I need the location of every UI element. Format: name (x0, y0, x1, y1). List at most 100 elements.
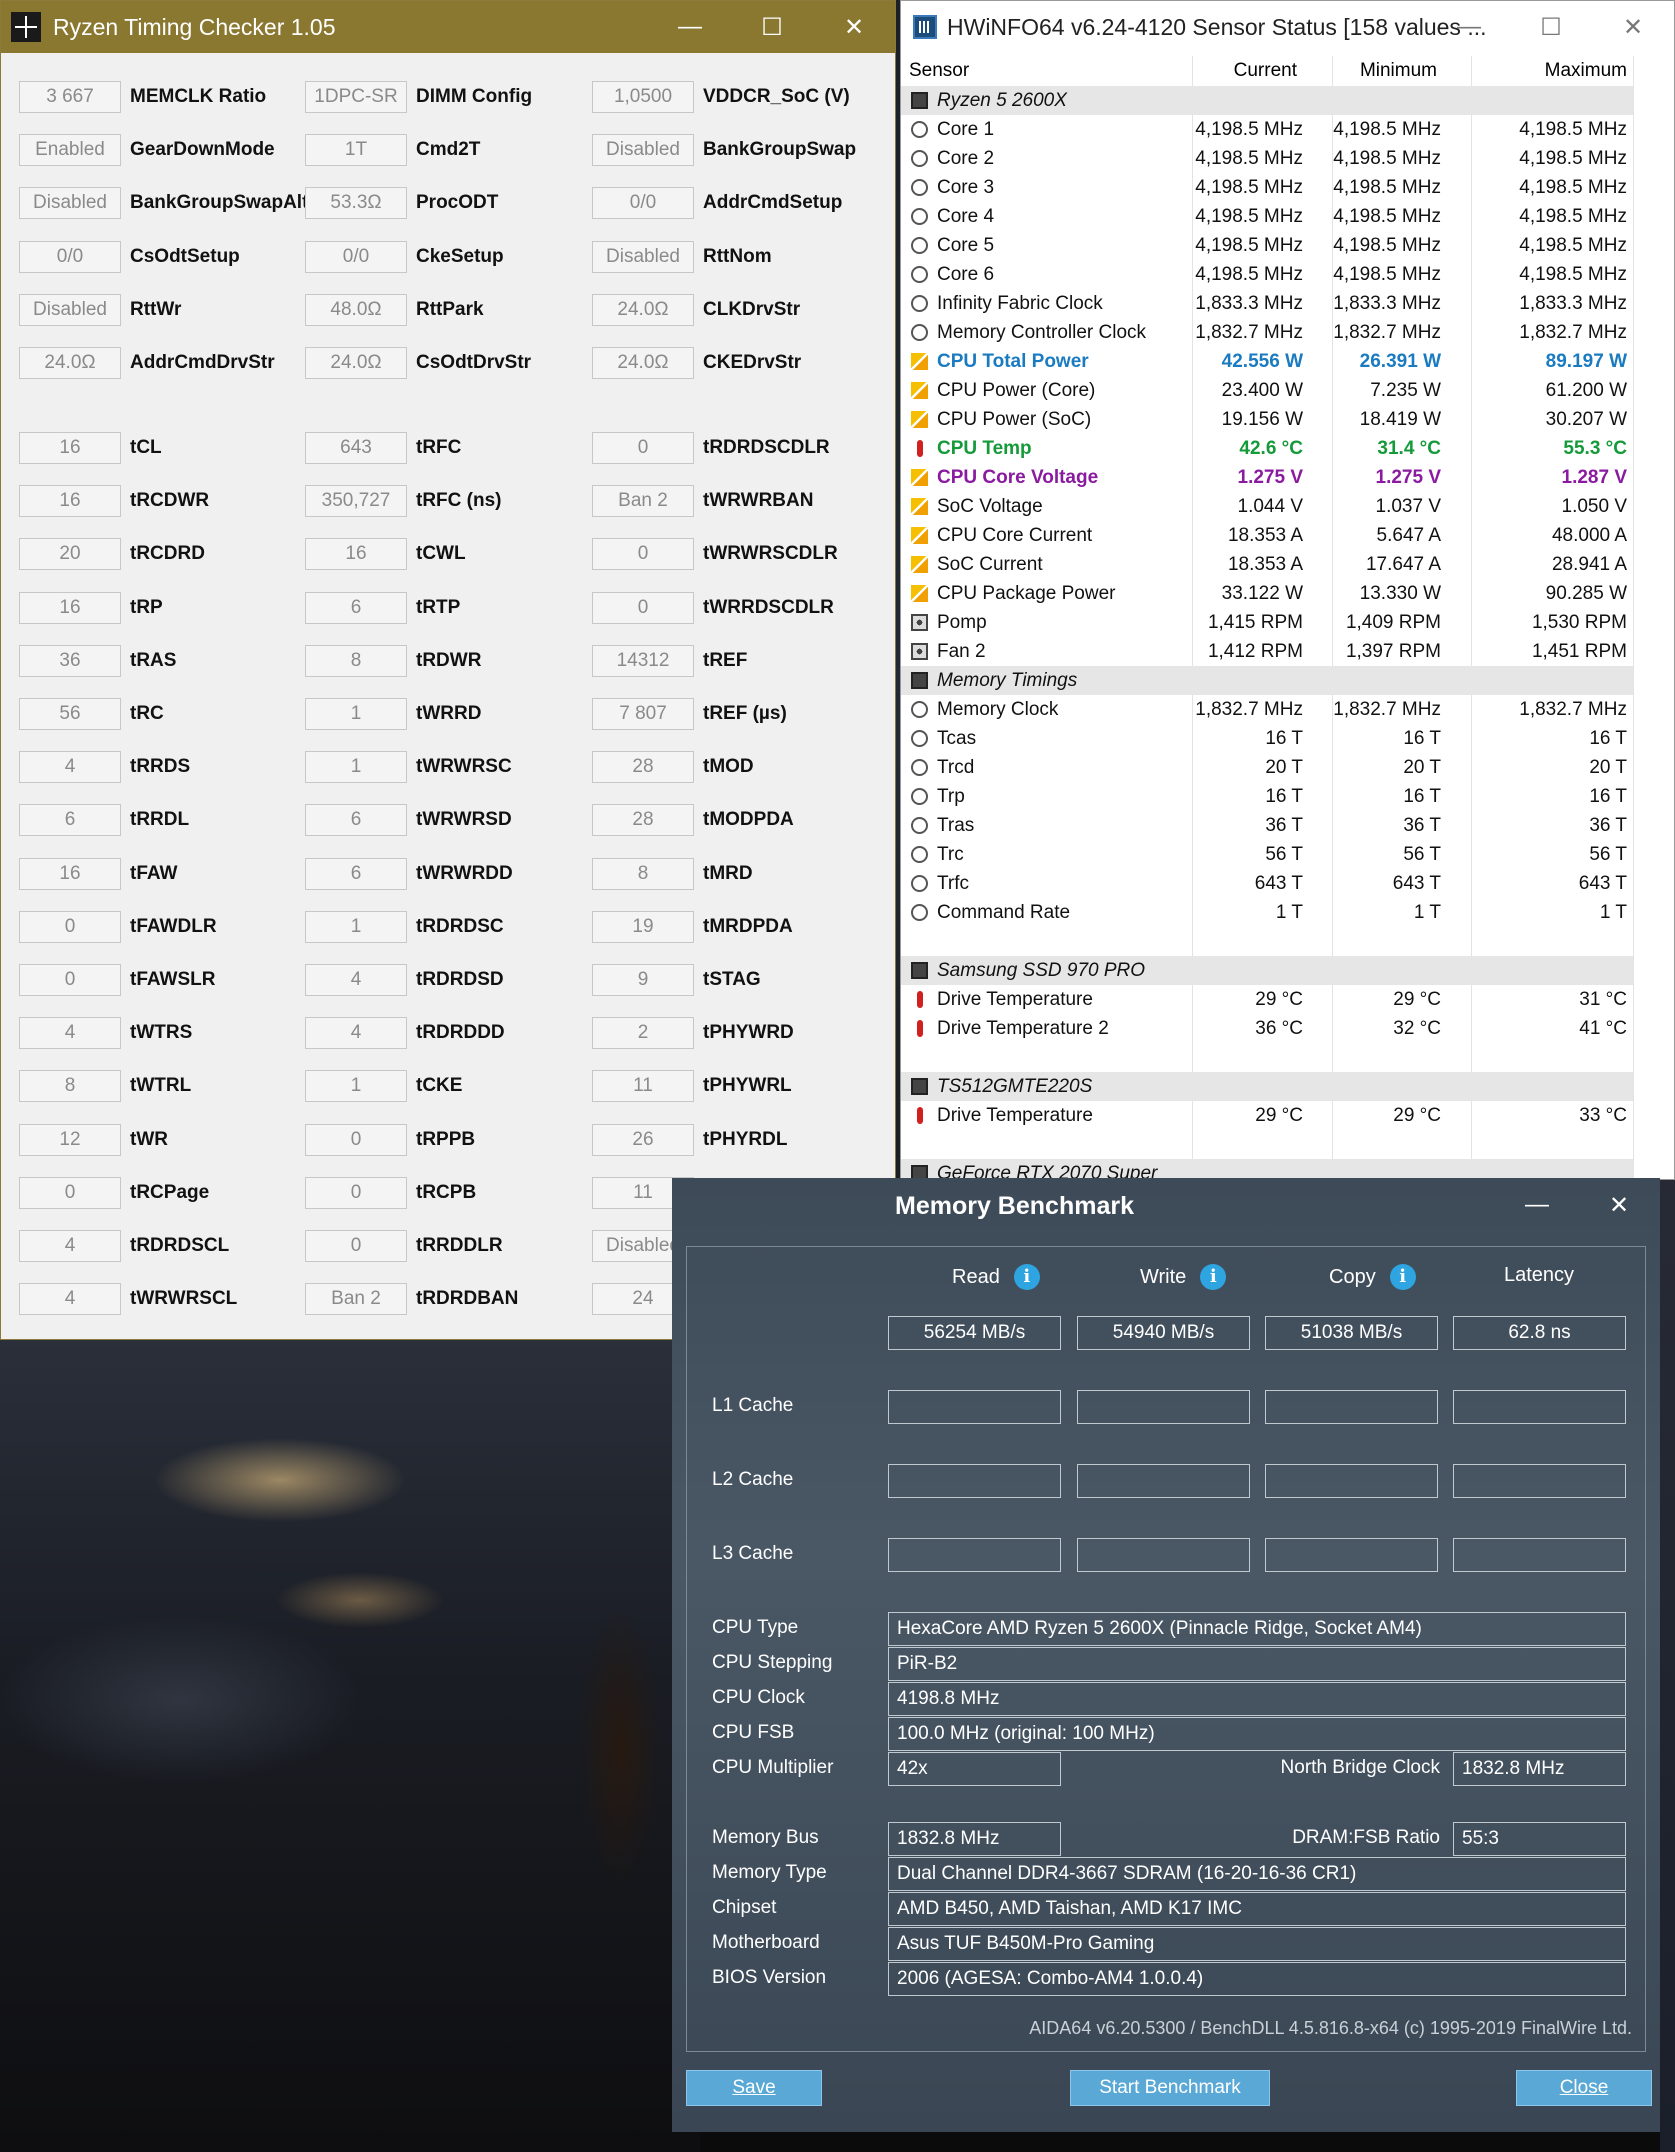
cache-label: L2 Cache (712, 1469, 794, 1490)
sensor-row[interactable]: Drive Temperature 29 °C 29 °C 33 °C (901, 1101, 1633, 1130)
sensor-current: 18.353 A (1227, 525, 1303, 546)
sensor-row[interactable]: Trcd 20 T 20 T 20 T (901, 753, 1633, 782)
sensor-row[interactable]: Core 4 4,198.5 MHz 4,198.5 MHz 4,198.5 MHz (901, 202, 1633, 231)
maximize-icon[interactable]: ☐ (1510, 1, 1592, 53)
sensor-row[interactable]: Core 3 4,198.5 MHz 4,198.5 MHz 4,198.5 MHz (901, 173, 1633, 202)
bolt-icon (911, 556, 928, 573)
sensor-row[interactable]: CPU Total Power 42.556 W 26.391 W 89.197 W (901, 347, 1633, 376)
info-value: HexaCore AMD Ryzen 5 2600X (Pinnacle Rid… (888, 1612, 1626, 1646)
col-header-current[interactable]: Current (1234, 60, 1297, 82)
sensor-row[interactable]: Fan 2 1,412 RPM 1,397 RPM 1,451 RPM (901, 637, 1633, 666)
sensor-group-row[interactable]: Ryzen 5 2600X (901, 86, 1633, 115)
maximize-icon[interactable]: ☐ (731, 1, 813, 53)
sensor-row[interactable]: Trc 56 T 56 T 56 T (901, 840, 1633, 869)
rtc-value-box: 8 (19, 1070, 121, 1103)
sensor-group-row[interactable]: TS512GMTE220S (901, 1072, 1633, 1101)
clock-icon (911, 208, 928, 225)
sensor-row[interactable]: CPU Core Voltage 1.275 V 1.275 V 1.287 V (901, 463, 1633, 492)
hw-titlebar[interactable]: HWiNFO64 v6.24-4120 Sensor Status [158 v… (901, 1, 1674, 53)
therm-icon (917, 440, 923, 457)
sensor-row[interactable]: Memory Clock 1,832.7 MHz 1,832.7 MHz 1,832.… (901, 695, 1633, 724)
col-header-minimum[interactable]: Minimum (1360, 60, 1437, 82)
sensor-row[interactable]: Infinity Fabric Clock 1,833.3 MHz 1,833.3 … (901, 289, 1633, 318)
minimize-icon[interactable]: — (649, 1, 731, 53)
start-benchmark-button[interactable]: Start Benchmark (1070, 2070, 1270, 2106)
dram-fsb-ratio-label: DRAM:FSB Ratio (1292, 1827, 1440, 1848)
rtc-setting-label: MEMCLK Ratio (130, 86, 267, 107)
aida-titlebar[interactable]: Memory Benchmark — ✕ (672, 1178, 1660, 1232)
sensor-row[interactable]: Core 5 4,198.5 MHz 4,198.5 MHz 4,198.5 MHz (901, 231, 1633, 260)
rtc-setting-label: tRRDDLR (416, 1235, 503, 1256)
rtc-setting-label: CsOdtSetup (130, 245, 240, 267)
sensor-minimum: 1.275 V (1375, 467, 1442, 488)
sensor-row[interactable]: SoC Current 18.353 A 17.647 A 28.941 A (901, 550, 1633, 579)
sensor-row[interactable]: Trp 16 T 16 T 16 T (901, 782, 1633, 811)
col-header-maximum[interactable]: Maximum (1545, 60, 1627, 82)
rtc-setting: 6 tRRDL (19, 803, 189, 837)
rtc-setting: 4 tRDRDSD (305, 963, 504, 997)
info-icon[interactable]: i (1200, 1264, 1227, 1290)
sensor-row[interactable]: Tcas 16 T 16 T 16 T (901, 724, 1633, 753)
rtc-row: 16 tRP 6 tRTP 0 tWRRDSCDLR (1, 591, 897, 625)
minimize-icon[interactable]: — (1428, 1, 1510, 53)
clock-icon (911, 730, 928, 747)
sensor-row[interactable]: Memory Controller Clock 1,832.7 MHz 1,832.… (901, 318, 1633, 347)
clock-icon (911, 904, 928, 921)
cache-value-box (888, 1464, 1061, 1498)
sensor-row[interactable]: CPU Power (Core) 23.400 W 7.235 W 61.200 W (901, 376, 1633, 405)
close-button-label: Close (1559, 2077, 1609, 2098)
sensor-name: CPU Temp (937, 438, 1032, 459)
sensor-row[interactable]: Core 6 4,198.5 MHz 4,198.5 MHz 4,198.5 MHz (901, 260, 1633, 289)
info-value: PiR-B2 (888, 1647, 1626, 1681)
col-header-sensor[interactable]: Sensor (909, 60, 969, 82)
sensor-row[interactable]: Core 1 4,198.5 MHz 4,198.5 MHz 4,198.5 MHz (901, 115, 1633, 144)
close-icon[interactable]: ✕ (813, 1, 895, 53)
close-button[interactable]: Close (1516, 2070, 1652, 2106)
column-divider (1633, 56, 1634, 1179)
cache-value-box (1077, 1464, 1250, 1498)
sensor-row[interactable]: Trfc 643 T 643 T 643 T (901, 869, 1633, 898)
save-button[interactable]: Save (686, 2070, 822, 2106)
sensor-row[interactable]: Drive Temperature 29 °C 29 °C 31 °C (901, 985, 1633, 1014)
sensor-row[interactable]: Command Rate 1 T 1 T 1 T (901, 898, 1633, 927)
sensor-row[interactable]: CPU Temp 42.6 °C 31.4 °C 55.3 °C (901, 434, 1633, 463)
rtc-setting: 0 tWRWRSCDLR (592, 537, 838, 571)
sensor-row[interactable]: CPU Core Current 18.353 A 5.647 A 48.000 A (901, 521, 1633, 550)
sensor-current: 4,198.5 MHz (1195, 235, 1303, 256)
rtc-setting: 350,727 tRFC (ns) (305, 484, 501, 518)
rtc-setting-label: tREF (µs) (703, 703, 787, 724)
sensor-maximum: 4,198.5 MHz (1519, 148, 1627, 169)
rtc-titlebar[interactable]: Ryzen Timing Checker 1.05 — ☐ ✕ (1, 1, 895, 53)
rtc-row: Enabled GearDownMode 1T Cmd2T Disabled BankGr… (1, 133, 897, 167)
sensor-row[interactable]: CPU Power (SoC) 19.156 W 18.419 W 30.207 W (901, 405, 1633, 434)
info-icon[interactable]: i (1013, 1264, 1040, 1290)
rtc-setting-label: tRDWR (416, 649, 482, 671)
sensor-minimum: 4,198.5 MHz (1333, 177, 1441, 198)
sensor-row[interactable]: Pomp 1,415 RPM 1,409 RPM 1,530 RPM (901, 608, 1633, 637)
info-icon[interactable]: i (1389, 1264, 1416, 1290)
memory-write-value: 54940 MB/s (1077, 1316, 1250, 1350)
sensor-group-row[interactable]: Samsung SSD 970 PRO (901, 956, 1633, 985)
sensor-minimum: 36 T (1403, 815, 1441, 836)
sensor-group-row[interactable]: GeForce RTX 2070 Super (901, 1159, 1633, 1179)
sensor-minimum: 4,198.5 MHz (1333, 264, 1441, 285)
sensor-row[interactable]: SoC Voltage 1.044 V 1.037 V 1.050 V (901, 492, 1633, 521)
rtc-setting: Disabled RttNom (592, 240, 772, 274)
sensor-row[interactable]: Tras 36 T 36 T 36 T (901, 811, 1633, 840)
close-icon[interactable]: ✕ (1578, 1178, 1660, 1232)
rtc-setting: 53.3Ω ProcODT (305, 186, 498, 220)
rtc-setting: Enabled GearDownMode (19, 133, 275, 167)
sensor-row[interactable]: CPU Package Power 33.122 W 13.330 W 90.285 … (901, 579, 1633, 608)
sensor-group-row[interactable]: Memory Timings (901, 666, 1633, 695)
rtc-setting: 12 tWR (19, 1123, 168, 1157)
sensor-row[interactable]: Core 2 4,198.5 MHz 4,198.5 MHz 4,198.5 MHz (901, 144, 1633, 173)
sensor-current: 36 T (1265, 815, 1303, 836)
minimize-icon[interactable]: — (1496, 1178, 1578, 1232)
close-icon[interactable]: ✕ (1592, 1, 1674, 53)
sensor-minimum: 4,198.5 MHz (1333, 148, 1441, 169)
aida-window-title: Memory Benchmark (895, 1192, 1134, 1220)
rtc-setting: 20 tRCDRD (19, 537, 205, 571)
sensor-row[interactable]: Drive Temperature 2 36 °C 32 °C 41 °C (901, 1014, 1633, 1043)
info-label: CPU FSB (712, 1722, 795, 1743)
cache-value-box (1077, 1538, 1250, 1572)
